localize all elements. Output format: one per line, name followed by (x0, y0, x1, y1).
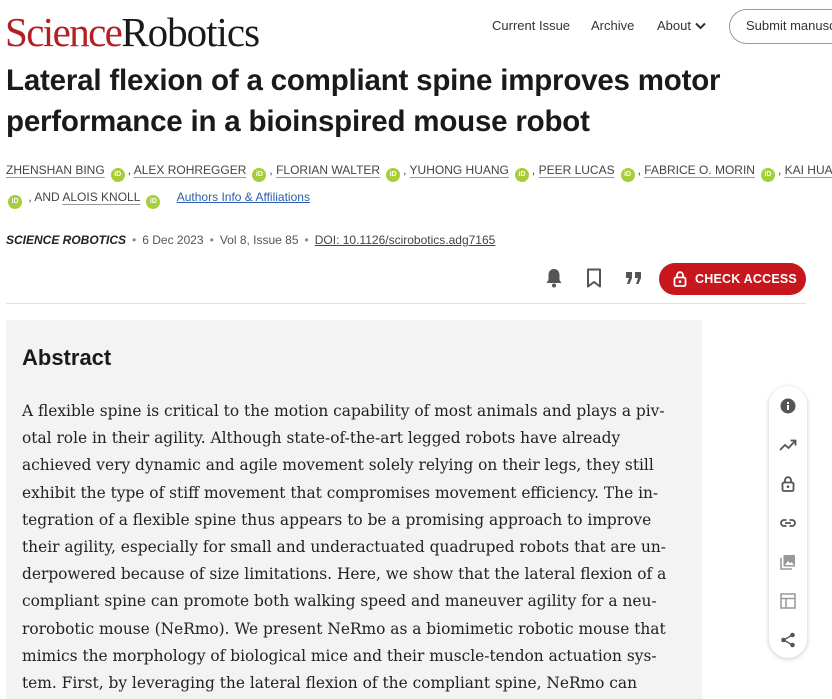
abstract-text: A flexible spine is critical to the moti… (22, 398, 692, 697)
info-icon[interactable] (777, 395, 799, 417)
meta-separator: • (304, 233, 309, 247)
article-title-line-1: Lateral flexion of a compliant spine imp… (6, 64, 721, 97)
doi-link[interactable]: DOI: 10.1126/scirobotics.adg7165 (315, 233, 496, 247)
nav-about-label: About (657, 18, 691, 33)
abstract-line: otal role in their agility. Although sta… (22, 429, 621, 448)
author-name[interactable]: ALEX ROHREGGER (134, 163, 247, 177)
journal-name[interactable]: SCIENCE ROBOTICS (6, 233, 126, 247)
author-name[interactable]: FLORIAN WALTER (276, 163, 380, 177)
abstract-line: tem. First, by leveraging the lateral fl… (22, 674, 638, 693)
orcid-icon[interactable]: iD (620, 168, 635, 182)
meta-separator: • (132, 233, 137, 247)
abstract-line: their agility, especially for small and … (22, 538, 666, 557)
authors-affiliations-link[interactable]: Authors Info & Affiliations (177, 190, 310, 204)
bookmark-icon[interactable] (583, 267, 605, 289)
author-and-text: , AND (28, 190, 60, 204)
orcid-icon[interactable]: iD (386, 168, 401, 182)
abstract-line: A flexible spine is critical to the moti… (22, 402, 665, 420)
orcid-icon[interactable]: iD (8, 195, 22, 209)
author-list-line-1: ZHENSHAN BING iD, ALEX ROHREGGER iD, FLORI… (6, 163, 832, 182)
orcid-icon[interactable]: iD (110, 168, 125, 182)
lock-icon[interactable] (777, 473, 799, 495)
link-icon[interactable] (777, 512, 799, 534)
nav-current-issue[interactable]: Current Issue (492, 18, 570, 33)
article-meta: SCIENCE ROBOTICS • 6 Dec 2023 • Vol 8, Issue… (6, 233, 495, 247)
abstract-line: mimics the morphology of biological mice… (22, 646, 657, 665)
abstract-heading: Abstract (22, 345, 112, 370)
article-title-line-2: performance in a bioinspired mouse robot (6, 105, 590, 138)
meta-separator: • (209, 233, 214, 247)
volume-issue[interactable]: Vol 8, Issue 85 (220, 233, 299, 247)
author-name[interactable]: ZHENSHAN BING (6, 163, 105, 177)
nav-about[interactable]: About (657, 18, 706, 33)
header-divider (6, 303, 806, 304)
check-access-label: CHECK ACCESS (695, 272, 797, 286)
quote-icon[interactable] (623, 267, 645, 289)
article-title: Lateral flexion of a compliant spine imp… (6, 60, 806, 142)
abstract-line: compliant spine can promote both walking… (22, 592, 657, 611)
orcid-icon[interactable]: iD (146, 195, 161, 209)
site-header: ScienceRobotics Current Issue Archive Ab… (0, 0, 832, 58)
author-list-line-2: iD , AND ALOIS KNOLL iD Authors Info & Af… (6, 190, 310, 209)
check-access-button[interactable]: CHECK ACCESS (659, 263, 806, 295)
metrics-icon[interactable] (777, 434, 799, 456)
orcid-icon[interactable]: iD (760, 168, 775, 182)
orcid-icon[interactable]: iD (252, 168, 267, 182)
abstract-line: tegration of a flexible spine thus appea… (22, 510, 652, 529)
bell-icon[interactable] (543, 267, 565, 289)
author-name[interactable]: PEER LUCAS (539, 163, 615, 177)
author-name[interactable]: YUHONG HUANG (410, 163, 509, 177)
article-tools-rail (769, 386, 807, 658)
author-name[interactable]: FABRICE O. MORIN (644, 163, 755, 177)
nav-archive[interactable]: Archive (591, 18, 634, 33)
abstract-line: derpowered because of size limitations. … (22, 565, 667, 584)
science-robotics-logo[interactable]: ScienceRobotics (5, 8, 260, 56)
logo-word-robotics: Robotics (121, 9, 260, 55)
image-icon[interactable] (777, 551, 799, 573)
abstract-line: achieved very dynamic and agile movement… (22, 456, 654, 475)
chevron-down-icon (695, 22, 706, 29)
share-icon[interactable] (777, 629, 799, 651)
author-name[interactable]: ALOIS KNOLL (62, 190, 140, 204)
publication-date: 6 Dec 2023 (142, 233, 204, 247)
abstract-line: exhibit the type of stiff movement that … (22, 483, 659, 502)
submit-manuscript-button[interactable]: Submit manuscript (729, 9, 832, 44)
table-icon[interactable] (777, 590, 799, 612)
abstract-section: Abstract A flexible spine is critical to… (6, 320, 702, 699)
logo-word-science: Science (5, 9, 123, 55)
lock-icon (673, 271, 687, 287)
abstract-line: rorobotic mouse (NeRmo). We present NeRm… (22, 619, 666, 638)
author-name[interactable]: KAI HUANG (785, 163, 832, 177)
orcid-icon[interactable]: iD (514, 168, 529, 182)
